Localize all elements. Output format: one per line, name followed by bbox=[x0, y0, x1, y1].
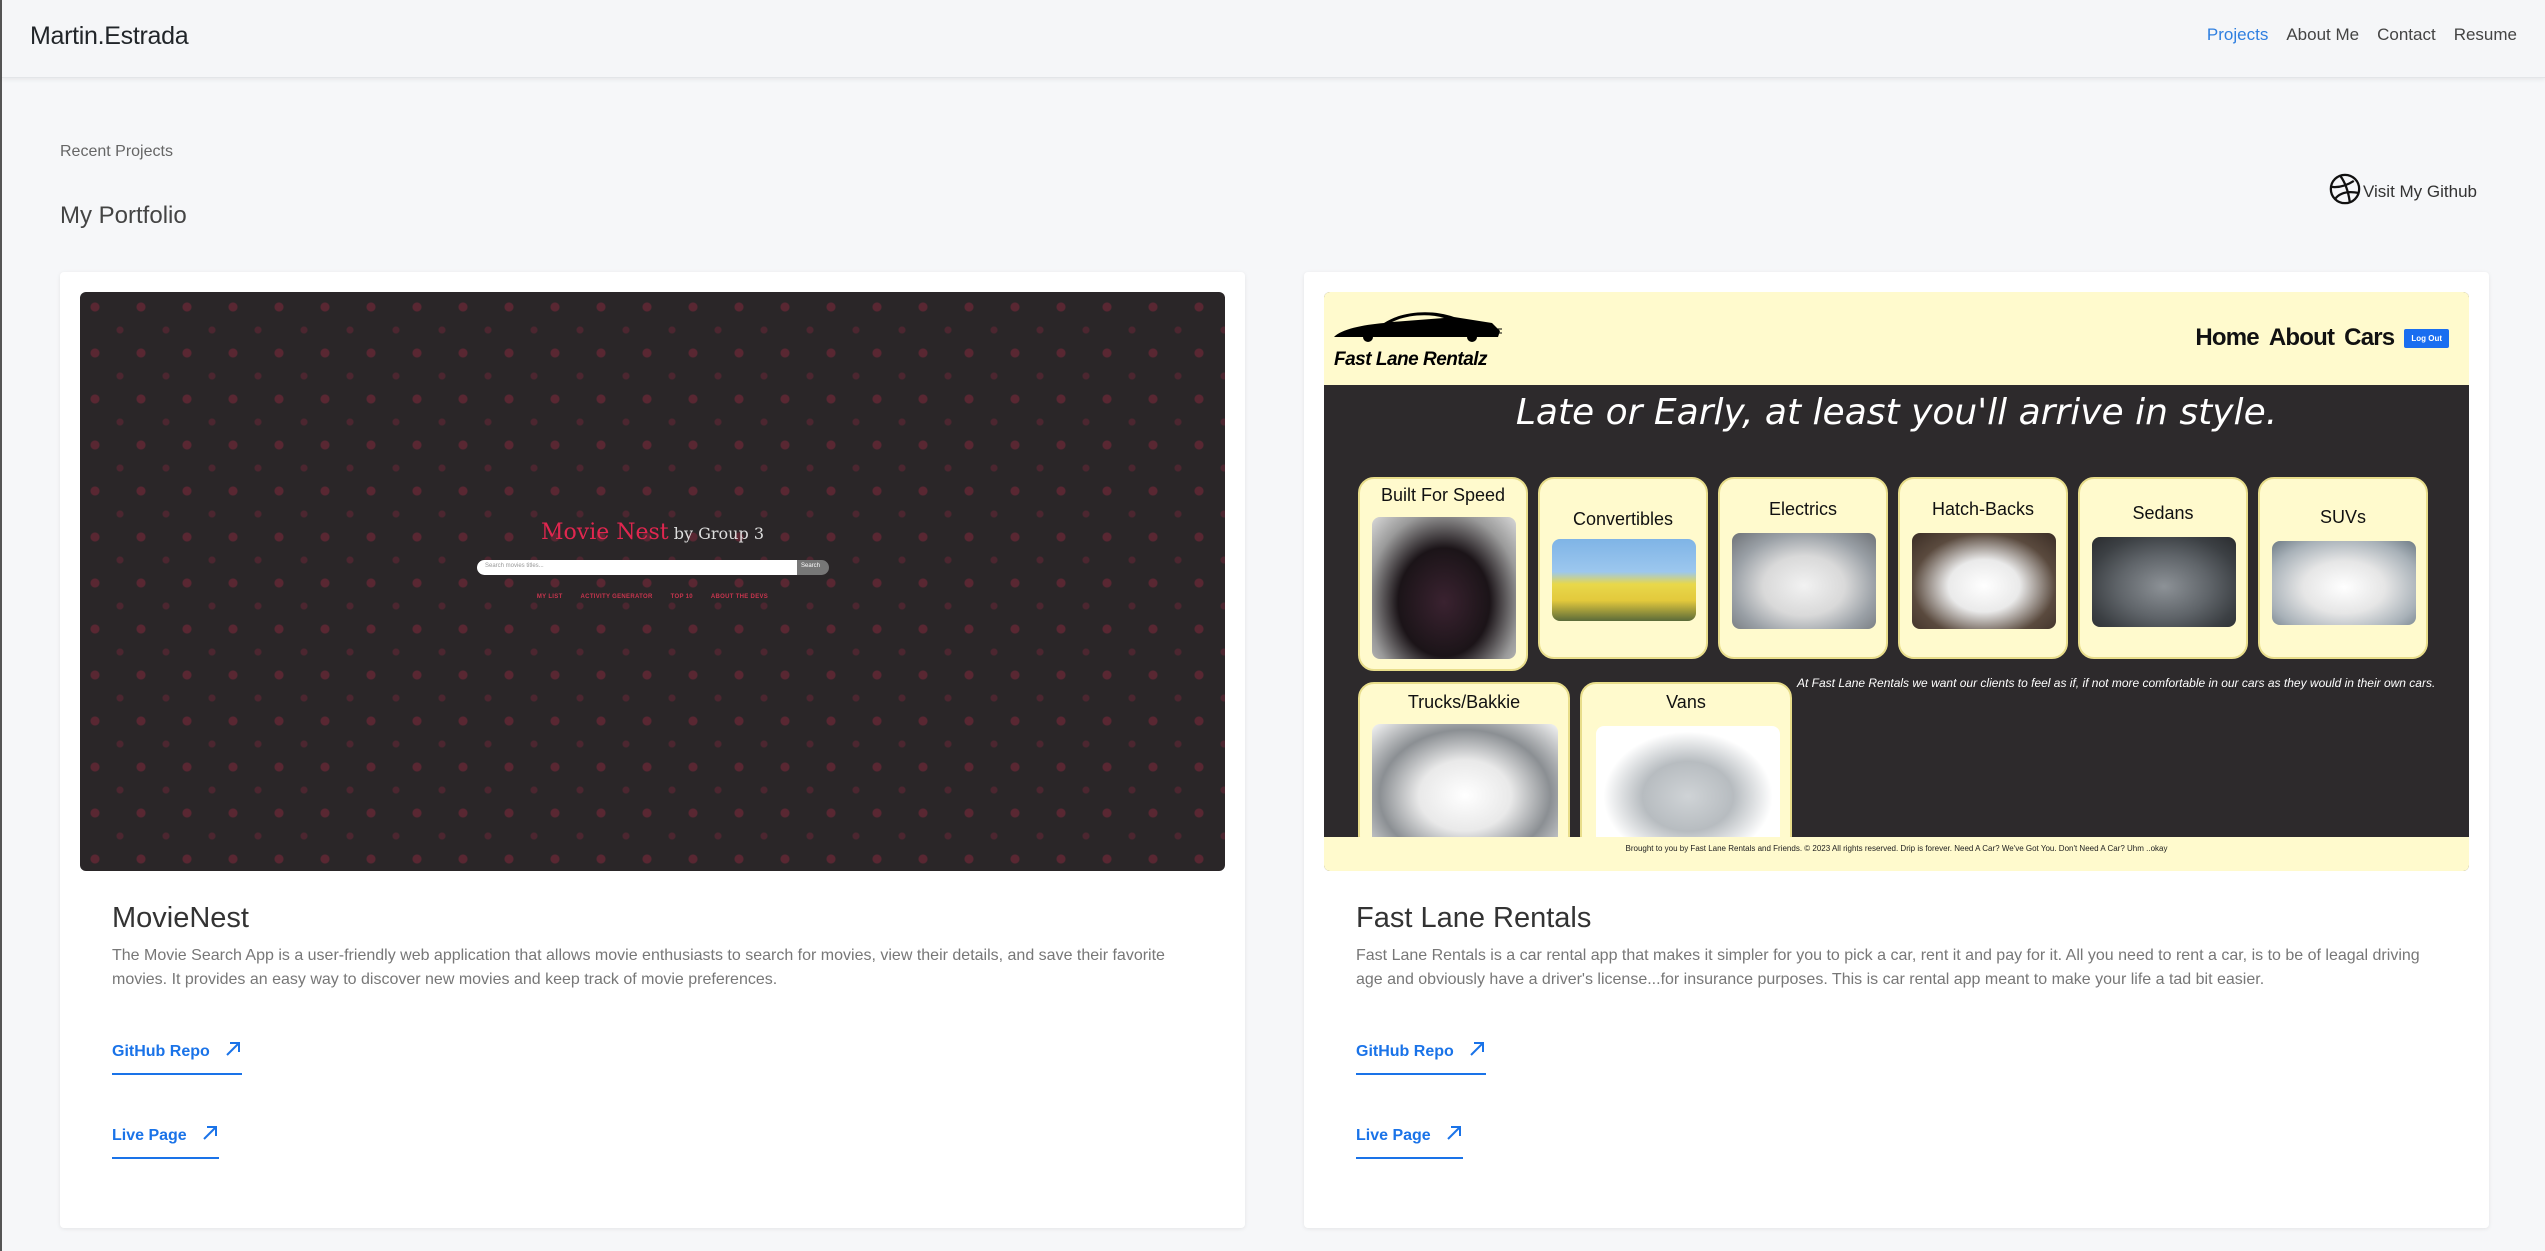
car-photo bbox=[2092, 537, 2236, 627]
fastlane-nav-cars: Cars bbox=[2344, 324, 2395, 351]
movienest-byline: by Group 3 bbox=[673, 524, 764, 543]
fastlane-category-card: Electrics bbox=[1718, 477, 1888, 659]
github-repo-link[interactable]: GitHub Repo bbox=[1356, 1040, 1486, 1075]
nav-menu: Projects About Me Contact Resume bbox=[2207, 25, 2517, 45]
category-label: Convertibles bbox=[1572, 509, 1674, 529]
arrow-up-right-icon bbox=[201, 1124, 219, 1147]
nav-resume[interactable]: Resume bbox=[2454, 25, 2517, 45]
nav-about-me[interactable]: About Me bbox=[2286, 25, 2359, 45]
movienest-menu: MY LIST ACTIVITY GENERATOR TOP 10 ABOUT … bbox=[80, 594, 1225, 600]
fastlane-header: Fast Lane Rentalz Home About Cars Log Ou… bbox=[1324, 292, 2469, 385]
github-link-label: Visit My Github bbox=[2362, 181, 2477, 201]
arrow-up-right-icon bbox=[1445, 1124, 1463, 1147]
category-label: Hatch-Backs bbox=[1931, 499, 2035, 519]
movienest-name: Movie Nest bbox=[541, 520, 669, 545]
movienest-search-bar: Search movies titles... Search bbox=[477, 560, 829, 575]
fastlane-category-card: Vans bbox=[1580, 682, 1792, 852]
github-repo-label: GitHub Repo bbox=[112, 1042, 210, 1060]
category-label: SUVs bbox=[2319, 507, 2366, 527]
movienest-search-button: Search bbox=[797, 560, 829, 575]
fastlane-category-card: Trucks/Bakkie bbox=[1358, 682, 1570, 852]
fastlane-logout-button: Log Out bbox=[2404, 328, 2449, 348]
car-photo bbox=[1596, 726, 1780, 850]
car-photo bbox=[1912, 533, 2056, 629]
fastlane-footer: Brought to you by Fast Lane Rentals and … bbox=[1324, 837, 2469, 871]
fastlane-about-text: At Fast Lane Rentals we want our clients… bbox=[1797, 676, 2436, 690]
live-page-label: Live Page bbox=[1356, 1126, 1431, 1144]
dribbble-icon bbox=[2328, 172, 2362, 211]
fastlane-nav-home: Home bbox=[2195, 324, 2259, 351]
car-photo bbox=[1732, 533, 1876, 629]
fastlane-logo-text: Fast Lane Rentalz bbox=[1334, 349, 1488, 370]
project-screenshot-fastlane[interactable]: Fast Lane Rentalz Home About Cars Log Ou… bbox=[1324, 292, 2469, 871]
fastlane-category-card: Hatch-Backs bbox=[1898, 477, 2068, 659]
project-screenshot-movienest[interactable]: Movie Nest by Group 3 Search movies titl… bbox=[80, 292, 1225, 871]
category-label: Trucks/Bakkie bbox=[1407, 692, 1521, 712]
arrow-up-right-icon bbox=[224, 1040, 242, 1063]
github-link[interactable]: Visit My Github bbox=[2328, 172, 2477, 211]
project-card-movienest: Movie Nest by Group 3 Search movies titl… bbox=[60, 272, 1245, 1228]
category-label: Vans bbox=[1666, 692, 1706, 712]
project-description: Fast Lane Rentals is a car rental app th… bbox=[1356, 947, 2420, 988]
fastlane-nav-about: About bbox=[2268, 324, 2335, 351]
live-page-label: Live Page bbox=[112, 1126, 187, 1144]
fastlane-category-card: Convertibles bbox=[1538, 477, 1708, 659]
project-description: The Movie Search App is a user-friendly … bbox=[112, 947, 1165, 988]
movienest-menu-item: ACTIVITY GENERATOR bbox=[580, 594, 653, 600]
live-page-link[interactable]: Live Page bbox=[112, 1124, 219, 1159]
car-silhouette-icon bbox=[1334, 312, 1502, 342]
nav-contact[interactable]: Contact bbox=[2377, 25, 2436, 45]
category-label: Built For Speed bbox=[1380, 485, 1506, 505]
car-photo bbox=[2272, 541, 2416, 625]
brand-logo[interactable]: Martin.Estrada bbox=[30, 22, 189, 51]
movienest-menu-item: TOP 10 bbox=[670, 594, 693, 600]
movienest-menu-item: ABOUT THE DEVS bbox=[710, 594, 769, 600]
navbar: Martin.Estrada Projects About Me Contact… bbox=[2, 0, 2545, 78]
github-repo-label: GitHub Repo bbox=[1356, 1042, 1454, 1060]
fastlane-category-card: Sedans bbox=[2078, 477, 2248, 659]
car-photo bbox=[1552, 539, 1696, 621]
project-title: Fast Lane Rentals bbox=[1356, 902, 1592, 934]
project-title: MovieNest bbox=[112, 902, 249, 934]
nav-projects[interactable]: Projects bbox=[2207, 25, 2268, 45]
fastlane-nav: Home About Cars Log Out bbox=[2195, 324, 2449, 352]
page-title: My Portfolio bbox=[60, 202, 187, 229]
fastlane-logo: Fast Lane Rentalz bbox=[1332, 307, 1512, 370]
fastlane-tagline: Late or Early, at least you'll arrive in… bbox=[1515, 392, 2278, 433]
category-label: Sedans bbox=[2132, 503, 2194, 523]
movienest-menu-item: MY LIST bbox=[536, 594, 563, 600]
category-label: Electrics bbox=[1768, 499, 1837, 519]
car-photo bbox=[1372, 724, 1558, 850]
car-photo bbox=[1372, 517, 1516, 659]
project-card-fastlane: Fast Lane Rentalz Home About Cars Log Ou… bbox=[1304, 272, 2489, 1228]
live-page-link[interactable]: Live Page bbox=[1356, 1124, 1463, 1159]
fastlane-category-card: SUVs bbox=[2258, 477, 2428, 659]
movienest-search-input: Search movies titles... bbox=[477, 560, 797, 575]
arrow-up-right-icon bbox=[1468, 1040, 1486, 1063]
github-repo-link[interactable]: GitHub Repo bbox=[112, 1040, 242, 1075]
movienest-heading: Movie Nest by Group 3 bbox=[80, 520, 1225, 545]
fastlane-category-card: Built For Speed bbox=[1358, 477, 1528, 671]
section-eyebrow: Recent Projects bbox=[60, 143, 173, 160]
